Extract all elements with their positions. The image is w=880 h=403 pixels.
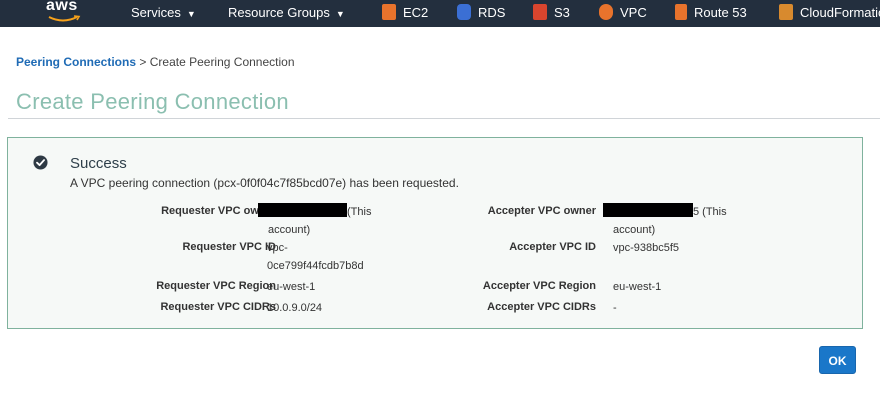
requester-region-value: eu-west-1 xyxy=(267,281,316,293)
redacted-account-id xyxy=(603,203,693,217)
chevron-down-icon: ▼ xyxy=(335,8,345,19)
breadcrumb-current: Create Peering Connection xyxy=(149,55,295,69)
accepter-region-label: Accepter VPC Region xyxy=(482,280,596,292)
accepter-owner-label: Accepter VPC owner xyxy=(487,205,596,217)
top-navigation-bar: aws Services ▼ Resource Groups ▼ EC2 RDS S… xyxy=(0,0,880,27)
accepter-vpc-id-label: Accepter VPC ID xyxy=(509,241,596,253)
nav-shortcut-label: RDS xyxy=(478,4,506,20)
requester-vpc-id-value: vpc- 0ce799f44fcdb7b8d xyxy=(267,239,364,275)
chevron-down-icon: ▼ xyxy=(186,8,196,19)
requester-owner-suffix-2: account) xyxy=(268,224,311,236)
nav-shortcut-label: EC2 xyxy=(403,4,429,20)
rds-icon xyxy=(457,4,471,20)
aws-logo-text: aws xyxy=(46,0,78,14)
requester-vpc-id-line1: vpc- xyxy=(267,242,288,254)
redacted-account-id xyxy=(258,203,347,217)
aws-smile-icon xyxy=(48,15,81,22)
s3-icon xyxy=(533,4,547,20)
success-message: A VPC peering connection (pcx-0f0f04c7f8… xyxy=(70,176,459,190)
requester-vpc-id-line2: 0ce799f44fcdb7b8d xyxy=(267,260,364,272)
accepter-vpc-id-value: vpc-938bc5f5 xyxy=(613,242,680,254)
nav-shortcut-label: CloudFormatio xyxy=(800,4,880,20)
accepter-owner-value: 5 (This account) xyxy=(603,203,803,239)
requester-vpc-id-label: Requester VPC ID xyxy=(182,241,276,253)
breadcrumb: Peering Connections > Create Peering Con… xyxy=(16,55,295,69)
nav-shortcut-label: VPC xyxy=(620,4,647,20)
accepter-owner-suffix-2: account) xyxy=(613,224,656,236)
accepter-cidrs-label: Accepter VPC CIDRs xyxy=(487,301,596,313)
breadcrumb-link-peering-connections[interactable]: Peering Connections xyxy=(16,55,136,69)
nav-shortcut-ec2[interactable]: EC2 xyxy=(382,4,428,20)
title-divider xyxy=(8,118,880,119)
accepter-region-value: eu-west-1 xyxy=(613,281,662,293)
requester-region-label: Requester VPC Region xyxy=(156,280,276,292)
check-circle-icon xyxy=(33,155,48,170)
success-panel: Success A VPC peering connection (pcx-0f… xyxy=(7,137,863,329)
services-menu[interactable]: Services ▼ xyxy=(131,5,196,20)
vpc-icon xyxy=(599,4,613,20)
nav-shortcut-cloudformation[interactable]: CloudFormatio xyxy=(779,4,880,20)
requester-owner-suffix: (This xyxy=(347,206,372,218)
accepter-cidrs-value: - xyxy=(613,302,617,314)
requester-owner-value: (This account) xyxy=(258,203,458,239)
page-title: Create Peering Connection xyxy=(16,89,289,114)
accepter-owner-suffix: 5 (This xyxy=(693,206,727,218)
ok-button[interactable]: OK xyxy=(819,346,856,374)
services-menu-label: Services xyxy=(131,5,181,20)
ec2-icon xyxy=(382,4,396,20)
resource-groups-menu[interactable]: Resource Groups ▼ xyxy=(228,5,345,20)
cloudformation-icon xyxy=(779,4,793,20)
route53-icon xyxy=(675,4,687,20)
aws-logo[interactable]: aws xyxy=(44,0,86,22)
requester-cidrs-label: Requester VPC CIDRs xyxy=(160,301,276,313)
success-title: Success xyxy=(70,155,127,172)
resource-groups-menu-label: Resource Groups xyxy=(228,5,330,20)
nav-shortcut-vpc[interactable]: VPC xyxy=(599,4,647,20)
nav-shortcut-label: Route 53 xyxy=(694,4,747,20)
nav-shortcut-label: S3 xyxy=(554,4,570,20)
requester-cidrs-value: 10.0.9.0/24 xyxy=(267,302,323,314)
nav-shortcut-s3[interactable]: S3 xyxy=(533,4,570,20)
nav-shortcut-route53[interactable]: Route 53 xyxy=(675,4,747,20)
nav-shortcut-rds[interactable]: RDS xyxy=(457,4,505,20)
breadcrumb-separator: > xyxy=(139,55,147,69)
